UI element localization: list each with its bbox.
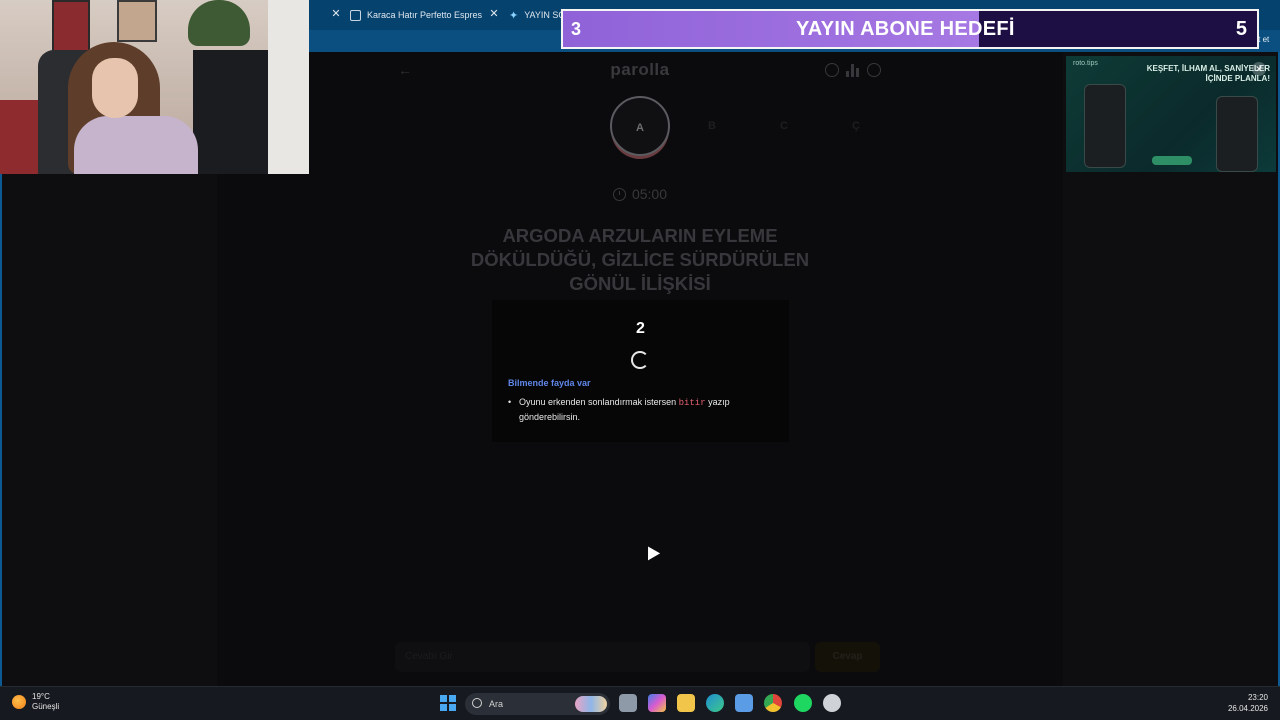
- ad-phone-image: [1216, 96, 1258, 172]
- tip-command: bitir: [678, 398, 706, 408]
- question-text: ARGODA ARZULARIN EYLEME DÖKÜLDÜĞÜ, GİZLİ…: [440, 224, 840, 296]
- chrome-icon[interactable]: [764, 694, 782, 712]
- tab-title: Karaca Hatır Perfetto Espresso ve: [367, 10, 482, 20]
- edge-icon[interactable]: [706, 694, 724, 712]
- close-icon[interactable]: ✕: [488, 7, 500, 21]
- search-icon: [472, 698, 482, 708]
- browser-tab[interactable]: ✦ YAYIN SO: [509, 4, 561, 26]
- windows-start-icon[interactable]: [440, 695, 456, 711]
- sun-icon: [12, 695, 26, 709]
- loading-spinner-icon: [631, 351, 649, 369]
- app-icon[interactable]: [823, 694, 841, 712]
- info-icon[interactable]: [825, 63, 839, 77]
- close-icon[interactable]: ✕: [1252, 62, 1266, 76]
- weather-widget[interactable]: 19°C Güneşli: [12, 692, 59, 712]
- wall-picture: [52, 0, 90, 52]
- store-icon[interactable]: [735, 694, 753, 712]
- streamer-body: [74, 116, 198, 174]
- taskbar: [0, 686, 1280, 720]
- weather-desc: Güneşli: [32, 702, 60, 711]
- tip-item: Oyunu erkenden sonlandırmak istersen bit…: [519, 395, 769, 424]
- page-icon: [350, 9, 361, 21]
- sparkle-icon: ✦: [509, 9, 519, 22]
- answer-input[interactable]: Cevabı Gir: [395, 642, 810, 672]
- spotify-icon[interactable]: [794, 694, 812, 712]
- clock-time: 23:20: [1247, 693, 1268, 702]
- screen: ✕ Karaca Hatır Perfetto Espresso ve ✕ ✦ …: [0, 0, 1280, 720]
- timer-value: 05:00: [631, 186, 668, 202]
- goal-title: YAYIN ABONE HEDEFİ: [796, 18, 1015, 40]
- webcam-overlay: [0, 0, 309, 174]
- bullet-icon: •: [508, 397, 512, 407]
- goal-current: 3: [571, 19, 582, 39]
- weather-temp: 19°C: [32, 692, 50, 701]
- tab-title: YAYIN SO: [524, 10, 561, 20]
- advertisement[interactable]: roto.tips KEŞFET, İLHAM AL, SANİYELER İÇ…: [1066, 56, 1276, 172]
- tip-text-before: Oyunu erkenden sonlandırmak istersen: [519, 397, 677, 407]
- shelf: [193, 50, 269, 174]
- search-highlight-image: [575, 696, 607, 712]
- question-line: GÖNÜL İLİŞKİSİ: [569, 273, 711, 294]
- clock-date: 26.04.2026: [1227, 704, 1268, 713]
- countdown-number: 2: [636, 320, 645, 337]
- file-explorer-icon[interactable]: [677, 694, 695, 712]
- goal-target: 5: [1235, 18, 1247, 40]
- submit-answer-button[interactable]: Cevap: [815, 642, 880, 672]
- question-line: DÖKÜLDÜĞÜ, GİZLİCE SÜRDÜRÜLEN: [470, 249, 810, 270]
- timer: 05:00: [600, 186, 680, 202]
- browser-tab[interactable]: Karaca Hatır Perfetto Espresso ve: [350, 4, 482, 26]
- letter-c: C: [780, 120, 788, 132]
- ad-cta-button[interactable]: [1152, 156, 1192, 165]
- subscriber-goal-banner: 3 YAYIN ABONE HEDEFİ 5: [561, 9, 1259, 49]
- letter-b: B: [708, 120, 716, 132]
- task-view-icon[interactable]: [619, 694, 637, 712]
- streamer-face: [92, 58, 138, 118]
- ad-brand: roto.tips: [1073, 60, 1098, 67]
- copilot-icon[interactable]: [648, 694, 666, 712]
- close-icon[interactable]: ✕: [330, 7, 342, 21]
- letter-a: A: [610, 96, 670, 156]
- app-logo: parolla: [610, 60, 670, 79]
- question-line: ARGODA ARZULARIN EYLEME: [502, 225, 778, 246]
- ad-phone-image: [1084, 84, 1126, 168]
- profile-icon[interactable]: [867, 63, 881, 77]
- tip-title: Bilmende fayda var: [508, 378, 591, 388]
- clock-icon: [612, 187, 626, 201]
- letter-c-cedilla: Ç: [852, 120, 860, 132]
- countdown-modal: 2 Bilmende fayda var • Oyunu erkenden so…: [492, 300, 789, 442]
- system-clock[interactable]: 23:20 26.04.2026: [1228, 692, 1268, 714]
- door: [268, 0, 309, 174]
- stats-icon[interactable]: [846, 64, 860, 77]
- back-arrow-icon[interactable]: ←: [398, 62, 412, 78]
- wall-picture: [117, 0, 157, 42]
